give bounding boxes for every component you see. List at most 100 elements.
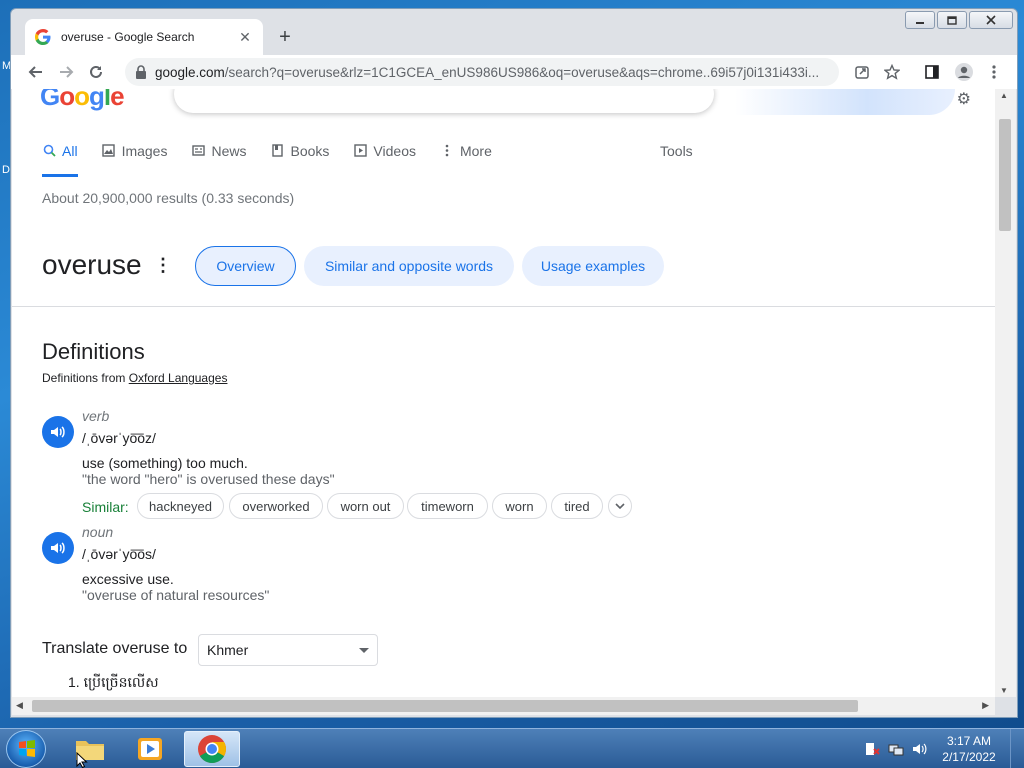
oxford-languages-link[interactable]: Oxford Languages <box>129 371 228 385</box>
result-stats: About 20,900,000 results (0.33 seconds) <box>42 190 295 206</box>
taskbar-file-explorer[interactable] <box>62 731 118 767</box>
tab-similar-words-label: Similar and opposite words <box>324 258 494 274</box>
gear-icon[interactable]: ⚙ <box>957 89 971 109</box>
volume-icon[interactable] <box>910 741 930 757</box>
share-button[interactable] <box>847 57 877 87</box>
url-text[interactable]: google.com/search?q=overuse&rlz=1C1GCEA_… <box>155 65 829 80</box>
clock-time: 3:17 AM <box>946 734 992 748</box>
vertical-scrollbar[interactable]: ▲ ▼ <box>995 89 1016 697</box>
bookmark-button[interactable] <box>877 57 907 87</box>
google-favicon-icon <box>35 29 51 45</box>
synonym-chip[interactable]: worn out <box>327 493 404 519</box>
reload-icon <box>90 65 102 78</box>
nav-books[interactable]: Books <box>271 143 330 177</box>
tools-button[interactable]: Tools <box>660 143 693 159</box>
news-icon <box>191 143 205 157</box>
nav-news[interactable]: News <box>191 143 247 177</box>
part-of-speech: noun <box>82 524 114 540</box>
more-options-icon[interactable]: ⋮ <box>154 255 172 276</box>
clock-date: 2/17/2022 <box>942 750 996 764</box>
section-divider <box>12 306 995 307</box>
start-button[interactable] <box>6 730 46 768</box>
search-box[interactable] <box>174 89 714 113</box>
play-icon <box>353 143 367 157</box>
horizontal-scrollbar[interactable]: ◀ ▶ <box>12 697 995 715</box>
pronounce-verb-button[interactable] <box>42 416 74 448</box>
vertical-scroll-thumb[interactable] <box>999 119 1011 231</box>
address-bar[interactable]: google.com/search?q=overuse&rlz=1C1GCEA_… <box>125 58 839 86</box>
share-icon <box>855 66 869 79</box>
speaker-icon <box>51 542 65 554</box>
back-button[interactable] <box>21 57 51 87</box>
star-icon <box>884 64 900 80</box>
network-icon[interactable] <box>886 741 906 757</box>
taskbar-chrome[interactable] <box>184 731 240 767</box>
search-header: Google ⚙ <box>12 89 995 115</box>
synonym-chip[interactable]: hackneyed <box>137 493 224 519</box>
nav-more[interactable]: More <box>440 143 492 177</box>
plus-icon: + <box>279 25 291 48</box>
synonym-chip[interactable]: overworked <box>229 493 323 519</box>
dropdown-caret-icon <box>359 647 369 653</box>
definition-text: excessive use. <box>82 571 174 587</box>
reload-button[interactable] <box>81 57 111 87</box>
tab-overview[interactable]: Overview <box>195 246 296 286</box>
browser-window: overuse - Google Search ✕ + google.com/s… <box>10 8 1018 718</box>
phonetic: /ˌōvərˈyo͞oz/ <box>82 430 156 446</box>
scroll-right-icon[interactable]: ▶ <box>982 700 989 711</box>
translate-language-select[interactable]: Khmer <box>198 634 378 666</box>
synonym-chip[interactable]: tired <box>551 493 603 519</box>
lock-icon <box>136 65 146 79</box>
nav-news-label: News <box>211 143 247 159</box>
more-vert-icon <box>992 65 996 79</box>
image-icon <box>102 143 116 157</box>
synonym-chip[interactable]: timeworn <box>407 493 488 519</box>
avatar-icon <box>955 63 973 81</box>
taskbar: 3:17 AM 2/17/2022 <box>0 728 1024 768</box>
windows-logo-icon <box>19 740 35 757</box>
chrome-menu-button[interactable] <box>979 57 1009 87</box>
tab-similar-words[interactable]: Similar and opposite words <box>304 246 514 286</box>
mouse-cursor-icon <box>76 752 88 768</box>
nav-videos[interactable]: Videos <box>353 143 416 177</box>
taskbar-media-player[interactable] <box>122 731 178 767</box>
system-tray: 3:17 AM 2/17/2022 <box>862 729 1024 768</box>
clock[interactable]: 3:17 AM 2/17/2022 <box>934 733 1004 765</box>
page-viewport: Google ⚙ All Images News Books Videos Mo… <box>12 89 995 697</box>
horizontal-scroll-thumb[interactable] <box>32 700 858 712</box>
expand-synonyms-button[interactable] <box>608 494 632 518</box>
tab-close-icon[interactable]: ✕ <box>237 29 253 46</box>
nav-more-label: More <box>459 143 492 159</box>
browser-toolbar: google.com/search?q=overuse&rlz=1C1GCEA_… <box>11 55 1017 89</box>
action-center-icon[interactable] <box>862 741 882 757</box>
show-desktop-button[interactable] <box>1010 729 1024 768</box>
tab-overview-label: Overview <box>216 258 275 274</box>
scroll-left-icon[interactable]: ◀ <box>16 700 23 711</box>
scroll-up-icon[interactable]: ▲ <box>1000 91 1008 100</box>
profile-button[interactable] <box>949 57 979 87</box>
search-icon <box>42 143 56 157</box>
tab-google-search[interactable]: overuse - Google Search ✕ <box>25 19 263 55</box>
search-nav: All Images News Books Videos More <box>42 143 516 177</box>
synonym-chip[interactable]: worn <box>492 493 547 519</box>
similar-label: Similar: <box>82 499 129 515</box>
nav-books-label: Books <box>290 143 330 159</box>
pronounce-noun-button[interactable] <box>42 532 74 564</box>
nav-videos-label: Videos <box>373 143 416 159</box>
definition-example: "overuse of natural resources" <box>82 587 270 603</box>
new-tab-button[interactable]: + <box>273 25 297 49</box>
forward-button[interactable] <box>51 57 81 87</box>
nav-images-label: Images <box>121 143 168 159</box>
side-panel-button[interactable] <box>917 57 947 87</box>
nav-images[interactable]: Images <box>102 143 168 177</box>
scroll-down-icon[interactable]: ▼ <box>1000 686 1008 695</box>
phonetic: /ˌōvərˈyo͞os/ <box>82 546 156 562</box>
nav-all[interactable]: All <box>42 143 78 177</box>
url-path: /search?q=overuse&rlz=1C1GCEA_enUS986US9… <box>224 64 820 80</box>
tab-usage-examples[interactable]: Usage examples <box>522 246 664 286</box>
speaker-icon <box>51 426 65 438</box>
url-host: google.com <box>155 64 225 80</box>
chevron-down-icon <box>615 503 625 510</box>
definitions-source-prefix: Definitions from <box>42 371 129 385</box>
google-logo[interactable]: Google <box>40 89 125 112</box>
